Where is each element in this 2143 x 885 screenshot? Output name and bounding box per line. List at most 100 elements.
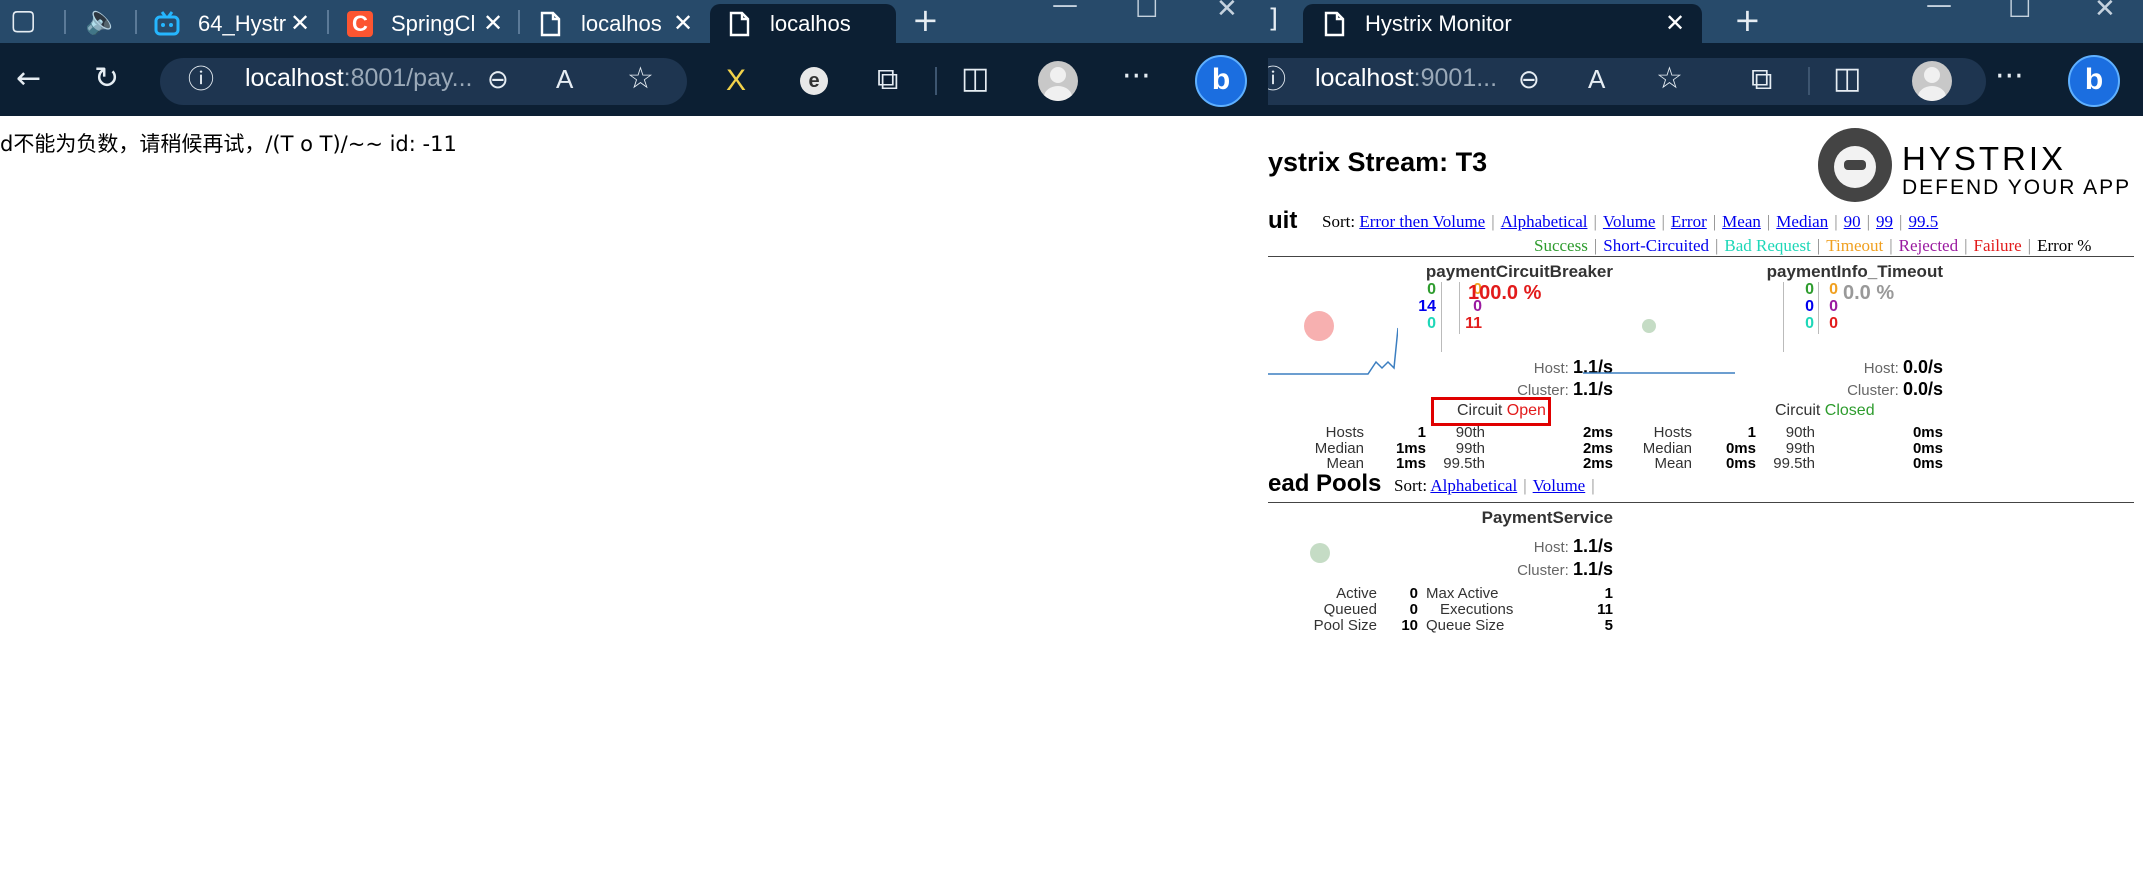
section-divider <box>1268 502 2134 503</box>
zoom-out-icon[interactable]: ⊖ <box>1518 67 1540 93</box>
url-text[interactable]: localhost:8001/pay... <box>245 64 472 93</box>
tab-actions-icon[interactable]: ▢ <box>10 6 36 34</box>
count-divider <box>1459 282 1460 334</box>
health-bubble <box>1310 543 1330 563</box>
window-close-icon[interactable]: ✕ <box>2094 0 2116 24</box>
success-count: 0 <box>1427 281 1436 298</box>
profile-avatar-icon[interactable] <box>1038 61 1078 101</box>
tab-separator <box>64 10 66 34</box>
new-tab-icon[interactable]: + <box>1734 4 1761 36</box>
tab-bilibili[interactable]: 64_Hystr ✕ <box>140 4 320 43</box>
circuit-name: paymentCircuitBreaker <box>1425 262 1613 281</box>
more-options-icon[interactable]: ··· <box>1995 62 2024 92</box>
circuit-name: paymentInfo_Timeout <box>1766 262 1943 281</box>
sort-mean-link[interactable]: Mean <box>1722 212 1761 231</box>
url-text[interactable]: localhost:9001... <box>1315 64 1497 93</box>
tab-springcloud[interactable]: C SpringCl ✕ <box>333 4 513 43</box>
profile-avatar-icon[interactable] <box>1912 61 1952 101</box>
close-icon[interactable]: ✕ <box>483 9 503 38</box>
rejected-count: 0 <box>1829 298 1838 315</box>
bing-copilot-icon[interactable]: b <box>2068 55 2120 107</box>
read-aloud-icon[interactable]: A <box>1588 66 1605 92</box>
tab-actions-icon[interactable]: ] <box>1268 6 1278 32</box>
sort-90-link[interactable]: 90 <box>1844 212 1861 231</box>
read-aloud-icon[interactable]: A <box>556 66 573 92</box>
mean-label: Mean <box>1326 455 1364 469</box>
tab-localhost-active[interactable]: localhos <box>710 4 896 43</box>
sort-alphabetical-link[interactable]: Alphabetical <box>1501 212 1588 231</box>
queued-label: Queued <box>1323 601 1377 618</box>
active-value: 0 <box>1409 585 1418 602</box>
sort-label: Sort: <box>1394 476 1428 495</box>
more-options-icon[interactable]: ··· <box>1122 62 1151 92</box>
favorite-star-icon[interactable]: ☆ <box>627 64 654 94</box>
sort-error-then-volume-link[interactable]: Error then Volume <box>1359 212 1485 231</box>
failure-count: 0 <box>1829 315 1838 332</box>
hystrix-porcupine-logo-icon <box>1818 128 1892 202</box>
hosts-value: 1 <box>1417 424 1426 441</box>
error-percentage: 0.0 % <box>1843 282 1895 304</box>
refresh-icon[interactable]: ↻ <box>94 64 119 94</box>
close-icon[interactable]: ✕ <box>1665 9 1685 38</box>
threadpool-sort-alphabetical-link[interactable]: Alphabetical <box>1430 476 1517 495</box>
health-bubble <box>1642 319 1656 333</box>
info-icon[interactable]: ⓘ <box>188 67 214 93</box>
info-icon[interactable]: ⓘ <box>1268 67 1286 93</box>
queue-size-label: Queue Size <box>1426 617 1505 634</box>
left-browser-window: ▢ 🔈 64_Hystr ✕ C SpringCl ✕ localhos ✕ l… <box>0 0 1268 885</box>
sort-error-link[interactable]: Error <box>1671 212 1707 231</box>
speaker-icon[interactable]: 🔈 <box>85 6 120 34</box>
legend-rejected: Rejected <box>1898 236 1959 255</box>
tab-hystrix-monitor[interactable]: Hystrix Monitor ✕ <box>1303 4 1702 43</box>
c-logo-icon: C <box>347 11 373 37</box>
page-icon <box>1324 11 1345 37</box>
bing-copilot-icon[interactable]: b <box>1195 55 1247 107</box>
sort-99-link[interactable]: 99 <box>1876 212 1893 231</box>
e-extension-icon[interactable]: e <box>800 67 828 95</box>
zoom-out-icon[interactable]: ⊖ <box>487 67 509 93</box>
cluster-value: 1.1/s <box>1572 379 1613 399</box>
rate-sparkline <box>1268 327 1398 375</box>
host-label: Host: <box>1533 539 1569 556</box>
sort-median-link[interactable]: Median <box>1776 212 1828 231</box>
host-label: Host: <box>1863 360 1899 377</box>
sort-volume-link[interactable]: Volume <box>1603 212 1656 231</box>
mean-label: Mean <box>1654 455 1692 469</box>
window-close-icon[interactable]: ✕ <box>1216 0 1238 24</box>
threadpool-sort-bar: Sort: Alphabetical | Volume | <box>1394 476 1595 495</box>
tab-separator <box>135 10 137 34</box>
minimize-icon[interactable]: — <box>1926 0 1952 20</box>
tab-separator <box>518 10 520 34</box>
host-rate: Host: 0.0/s <box>1788 357 1943 378</box>
threadpool-sort-volume-link[interactable]: Volume <box>1533 476 1586 495</box>
maximize-icon[interactable]: ☐ <box>1135 0 1158 24</box>
close-icon[interactable]: ✕ <box>673 9 693 38</box>
circuit-label: Circuit <box>1775 402 1821 419</box>
extensions-puzzle-icon[interactable]: ⧉ <box>1751 65 1772 95</box>
legend-error-pct: Error % <box>2037 236 2092 255</box>
threadpool-section-title: ead Pools <box>1268 470 1382 497</box>
queue-size-value: 5 <box>1604 617 1613 634</box>
p995-value: 0ms <box>1912 455 1943 469</box>
back-arrow-icon[interactable]: ← <box>16 64 41 94</box>
pool-size-label: Pool Size <box>1313 617 1377 634</box>
split-screen-icon[interactable]: ◫ <box>1833 64 1861 94</box>
favorite-star-icon[interactable]: ☆ <box>1656 64 1683 94</box>
cluster-label: Cluster: <box>1847 382 1899 399</box>
extensions-puzzle-icon[interactable]: ⧉ <box>877 65 898 95</box>
active-label: Active <box>1336 585 1377 602</box>
x-extension-icon[interactable]: X <box>726 66 746 96</box>
right-browser-window: ] Hystrix Monitor ✕ + — ☐ ✕ ⓘ localhost:… <box>1268 0 2143 885</box>
minimize-icon[interactable]: — <box>1052 0 1078 20</box>
host-value: 1.1/s <box>1572 536 1613 556</box>
new-tab-icon[interactable]: + <box>912 4 939 36</box>
hystrix-brand: HYSTRIX <box>1902 140 2067 177</box>
split-screen-icon[interactable]: ◫ <box>961 64 989 94</box>
queued-value: 0 <box>1409 601 1418 618</box>
close-icon[interactable]: ✕ <box>290 9 310 38</box>
circuit-state: Closed <box>1824 402 1875 419</box>
tab-localhost-1[interactable]: localhos ✕ <box>523 4 703 43</box>
status-legend: Success | Short-Circuited | Bad Request | Time… <box>1534 236 2092 255</box>
maximize-icon[interactable]: ☐ <box>2008 0 2031 24</box>
sort-99-5-link[interactable]: 99.5 <box>1908 212 1938 231</box>
